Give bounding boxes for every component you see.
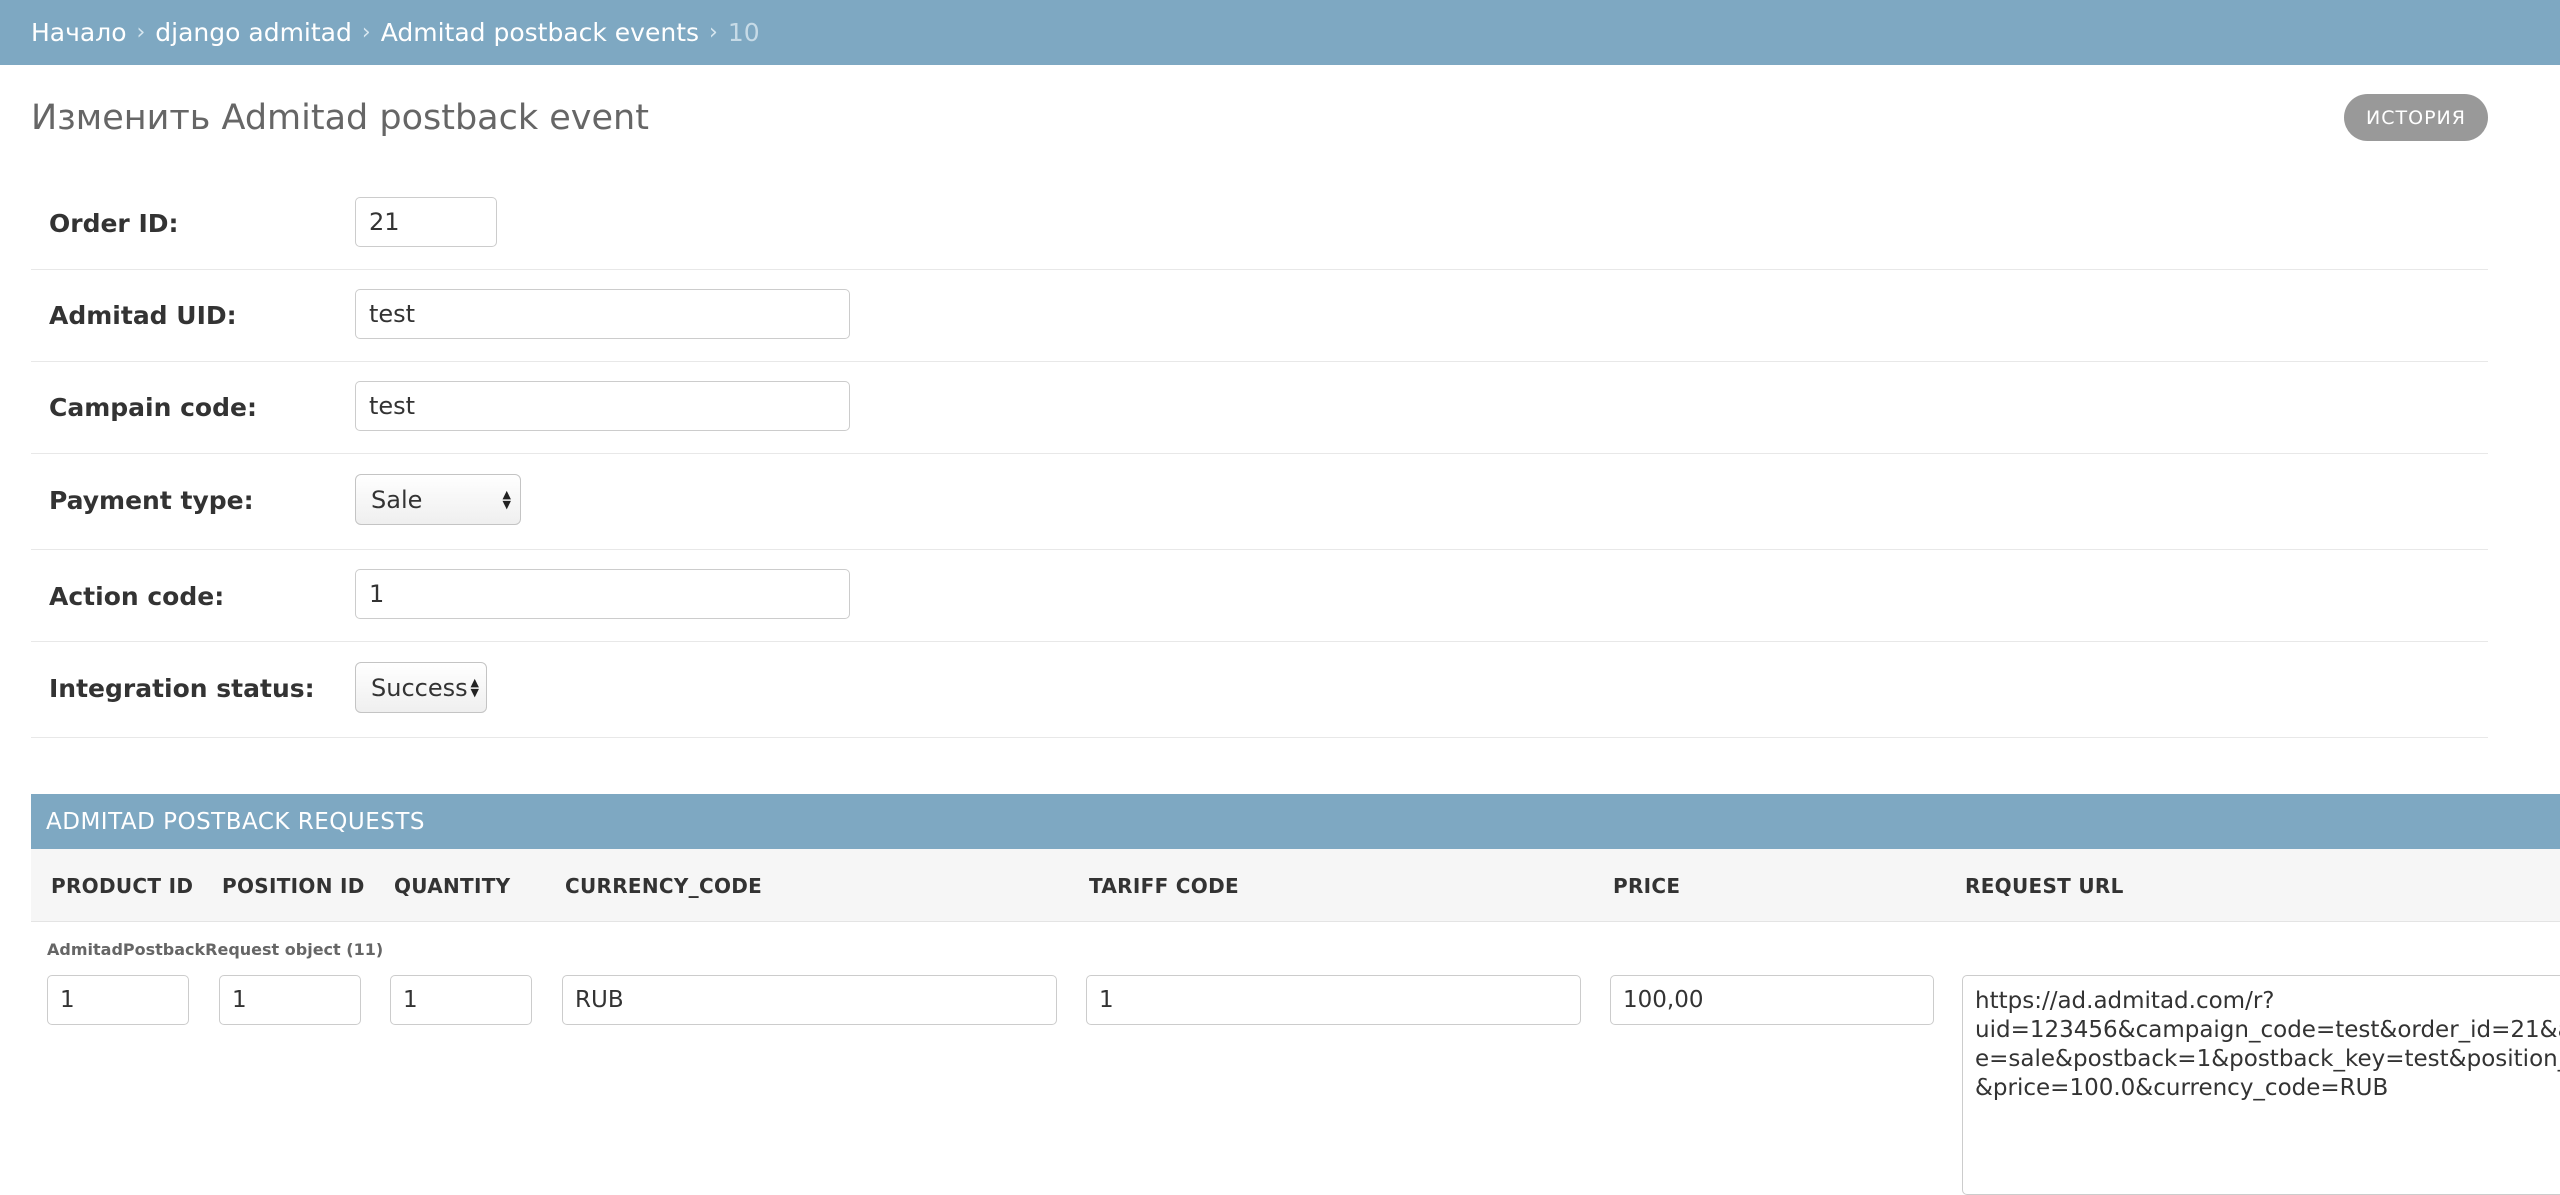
column-header-quantity: QUANTITY	[394, 873, 511, 898]
column-header-currency-code: CURRENCY_CODE	[565, 873, 763, 898]
admitad-uid-label: Admitad UID:	[49, 301, 237, 330]
inline-group-title: ADMITAD POSTBACK REQUESTS	[31, 794, 2560, 849]
column-header-product-id: PRODUCT ID	[51, 873, 194, 898]
product-id-input[interactable]: 1	[47, 975, 189, 1025]
form-row-admitad-uid: Admitad UID: test	[31, 270, 2488, 362]
form-row-integration-status: Integration status: Success ▲ ▼	[31, 642, 2488, 738]
postback-requests-inline: ADMITAD POSTBACK REQUESTS PRODUCT ID POS…	[31, 794, 2560, 1195]
breadcrumb-app-link[interactable]: django admitad	[155, 18, 352, 47]
tariff-code-input[interactable]: 1	[1086, 975, 1581, 1025]
quantity-input[interactable]: 1	[390, 975, 532, 1025]
position-id-input[interactable]: 1	[219, 975, 361, 1025]
action-code-input[interactable]: 1	[355, 569, 850, 619]
form-row-campaign-code: Campain code: test	[31, 362, 2488, 454]
order-id-input[interactable]: 21	[355, 197, 497, 247]
column-header-position-id: POSITION ID	[222, 873, 365, 898]
history-button[interactable]: ИСТОРИЯ	[2344, 94, 2488, 141]
select-arrows-icon: ▲ ▼	[470, 675, 479, 699]
select-arrows-icon: ▲ ▼	[502, 487, 511, 511]
payment-type-label: Payment type:	[49, 486, 254, 515]
integration-status-label: Integration status:	[49, 674, 315, 703]
column-header-tariff-code: TARIFF CODE	[1089, 873, 1239, 898]
breadcrumb-current: 10	[727, 18, 760, 47]
change-form: Order ID: 21 Admitad UID: test Campain c…	[31, 178, 2488, 738]
integration-status-selected-value: Success	[371, 673, 468, 702]
form-row-order-id: Order ID: 21	[31, 178, 2488, 270]
integration-status-select[interactable]: Success ▲ ▼	[355, 662, 487, 713]
campaign-code-input[interactable]: test	[355, 381, 850, 431]
request-url-textarea[interactable]: https://ad.admitad.com/r? uid=123456&cam…	[1962, 975, 2560, 1195]
campaign-code-label: Campain code:	[49, 393, 257, 422]
currency-code-input[interactable]: RUB	[562, 975, 1057, 1025]
inline-column-headers: PRODUCT ID POSITION ID QUANTITY CURRENCY…	[31, 849, 2560, 922]
action-code-label: Action code:	[49, 582, 225, 611]
breadcrumb-separator: ›	[136, 20, 146, 45]
order-id-label: Order ID:	[49, 209, 179, 238]
payment-type-select[interactable]: Sale ▲ ▼	[355, 474, 521, 525]
form-row-payment-type: Payment type: Sale ▲ ▼	[31, 454, 2488, 550]
column-header-request-url: REQUEST URL	[1965, 873, 2124, 898]
breadcrumb-separator: ›	[709, 20, 718, 45]
payment-type-selected-value: Sale	[371, 485, 423, 514]
price-input[interactable]: 100,00	[1610, 975, 1934, 1025]
form-row-action-code: Action code: 1	[31, 550, 2488, 642]
breadcrumb-model-link[interactable]: Admitad postback events	[381, 18, 699, 47]
inline-object-label: AdmitadPostbackRequest object (11)	[47, 940, 384, 959]
breadcrumb-home-link[interactable]: Начало	[31, 18, 126, 47]
admitad-uid-input[interactable]: test	[355, 289, 850, 339]
column-header-price: PRICE	[1613, 873, 1681, 898]
breadcrumb-separator: ›	[361, 20, 371, 45]
page-title: Изменить Admitad postback event	[31, 98, 649, 138]
breadcrumb: Начало › django admitad › Admitad postba…	[0, 0, 2560, 65]
